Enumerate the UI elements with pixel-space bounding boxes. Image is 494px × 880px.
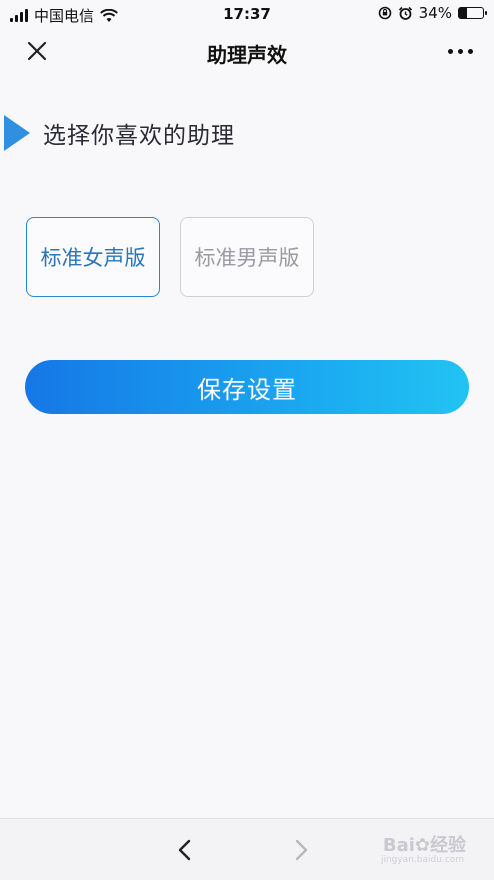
chevron-left-icon: [178, 839, 191, 861]
section-title: 选择你喜欢的助理: [43, 123, 235, 149]
back-button[interactable]: [170, 835, 200, 865]
save-settings-button[interactable]: 保存设置: [25, 360, 469, 414]
option-male-voice[interactable]: 标准男声版: [180, 217, 314, 297]
more-dot-icon: [457, 48, 463, 54]
nav-bar: 助理声效: [0, 28, 494, 74]
watermark-brand: Bai: [382, 835, 415, 856]
bottom-toolbar: Bai✿经验 jingyan.baidu.com: [0, 818, 494, 880]
watermark-logo: Bai✿经验: [383, 831, 466, 857]
orientation-lock-icon: [378, 6, 391, 20]
more-dot-icon: [467, 48, 473, 54]
battery-fill: [459, 8, 468, 18]
watermark-brand-suffix: 经验: [430, 835, 466, 856]
battery-icon: [458, 7, 487, 19]
paw-icon: ✿: [414, 835, 430, 856]
section-marker-icon: [4, 115, 30, 151]
more-dot-icon: [447, 48, 453, 54]
chevron-right-icon: [295, 839, 308, 861]
section-header: 选择你喜欢的助理: [0, 113, 235, 153]
more-menu-button[interactable]: [442, 38, 478, 64]
screen: 中国电信 17:37 34% 助理声效 选择你喜欢的助理 标准女声版 标准男声版…: [0, 0, 494, 880]
page-title: 助理声效: [207, 43, 287, 67]
watermark-url: jingyan.baidu.com: [380, 855, 464, 865]
status-right: 34%: [378, 4, 487, 22]
status-bar: 中国电信 17:37 34%: [0, 0, 494, 28]
forward-button[interactable]: [286, 835, 316, 865]
option-female-voice[interactable]: 标准女声版: [26, 217, 160, 297]
battery-percent: 34%: [418, 4, 452, 22]
alarm-icon: [398, 6, 412, 20]
